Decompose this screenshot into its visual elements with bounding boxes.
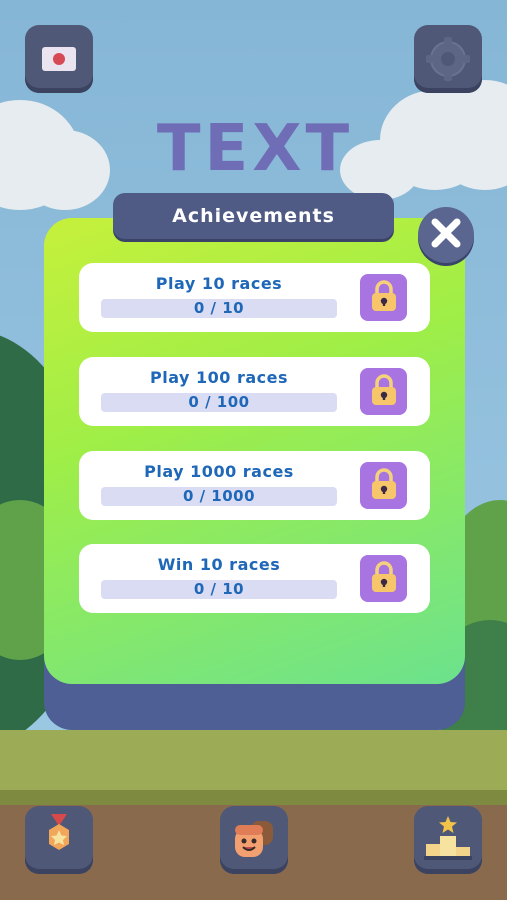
cloud-left-2 (20, 130, 110, 210)
medal-icon (35, 812, 83, 868)
characters-button[interactable] (220, 806, 288, 874)
achievement-progress: 0 / 1000 (101, 487, 337, 506)
close-button[interactable] (418, 207, 474, 263)
achievement-title: Win 10 races (157, 555, 281, 574)
achievement-progress: 0 / 10 (101, 299, 337, 318)
achievement-title: Play 10 races (155, 274, 283, 293)
lock-icon (369, 373, 399, 411)
screen-record-icon (25, 47, 93, 97)
achievement-card: Win 10 races 0 / 10 (79, 544, 430, 613)
title-art: TEXT (156, 112, 354, 186)
achievement-lock-button[interactable] (360, 274, 407, 321)
lock-icon (369, 467, 399, 505)
settings-button[interactable] (414, 25, 482, 93)
achievement-lock-button[interactable] (360, 462, 407, 509)
achievement-progress: 0 / 10 (101, 580, 337, 599)
achievements-header: Achievements (113, 193, 394, 239)
podium-icon (422, 814, 474, 866)
leaderboard-button[interactable] (414, 806, 482, 874)
achievement-title: Play 100 races (149, 368, 289, 387)
close-icon (429, 216, 463, 254)
lock-icon (369, 279, 399, 317)
achievement-card: Play 100 races 0 / 100 (79, 357, 430, 426)
achievement-lock-button[interactable] (360, 368, 407, 415)
characters-icon (229, 813, 279, 867)
achievement-card: Play 10 races 0 / 10 (79, 263, 430, 332)
achievements-button[interactable] (25, 806, 93, 874)
achievement-lock-button[interactable] (360, 555, 407, 602)
record-button[interactable] (25, 25, 93, 93)
achievement-title: Play 1000 races (144, 462, 294, 481)
achievement-progress: 0 / 100 (101, 393, 337, 412)
gear-icon (414, 37, 482, 97)
achievement-card: Play 1000 races 0 / 1000 (79, 451, 430, 520)
lock-icon (369, 560, 399, 598)
